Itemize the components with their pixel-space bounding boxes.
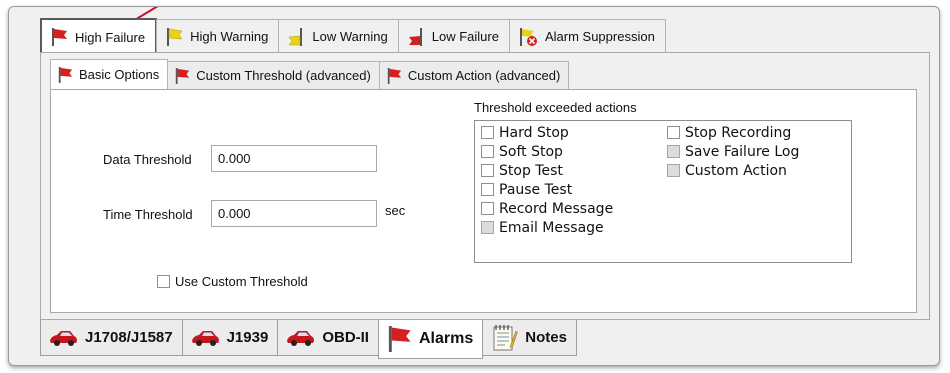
tab-label: High Failure	[75, 29, 146, 45]
alarm-type-tabs: High Failure High Warning Low Warning Lo…	[40, 18, 666, 54]
tab-label: OBD-II	[322, 329, 369, 346]
car-icon	[287, 330, 315, 346]
data-threshold-input[interactable]: 0.000	[211, 145, 377, 172]
red-flag-low-icon	[408, 27, 422, 46]
tab-low-warning[interactable]: Low Warning	[278, 19, 399, 53]
protocol-tabs: J1708/J1587 J1939 OBD-II Alarms Notes	[40, 320, 577, 359]
tab-j1708[interactable]: J1708/J1587	[40, 320, 183, 356]
tab-low-failure[interactable]: Low Failure	[397, 19, 510, 53]
red-flag-icon	[175, 67, 190, 84]
action-save-failure-log[interactable]: Save Failure Log	[667, 144, 799, 160]
basic-options-panel: Data Threshold 0.000 Time Threshold 0.00…	[50, 89, 917, 313]
checkbox-label: Use Custom Threshold	[175, 274, 308, 289]
tab-notes[interactable]: Notes	[482, 320, 577, 356]
threshold-actions-group: Hard Stop Soft Stop Stop Test Pause Test…	[474, 120, 852, 263]
tab-label: J1939	[226, 329, 269, 346]
action-custom-action[interactable]: Custom Action	[667, 163, 787, 179]
tab-high-warning[interactable]: High Warning	[156, 19, 280, 53]
tab-label: J1708/J1587	[85, 329, 173, 346]
time-threshold-label: Time Threshold	[103, 207, 193, 222]
tab-label: Basic Options	[79, 67, 160, 82]
tab-label: Notes	[525, 329, 567, 346]
action-soft-stop[interactable]: Soft Stop	[481, 144, 563, 160]
tab-label: High Warning	[190, 29, 269, 44]
red-flag-icon	[52, 28, 67, 46]
tab-label: Custom Threshold (advanced)	[196, 68, 371, 83]
tab-label: Low Failure	[431, 29, 499, 44]
use-custom-threshold-checkbox[interactable]: Use Custom Threshold	[157, 274, 308, 289]
time-unit-label: sec	[385, 203, 406, 218]
tab-label: Alarm Suppression	[544, 29, 655, 44]
tab-basic-options[interactable]: Basic Options	[50, 59, 169, 89]
action-pause-test[interactable]: Pause Test	[481, 182, 572, 198]
tab-label: Low Warning	[312, 29, 388, 44]
alarm-suppression-icon	[519, 27, 537, 46]
action-stop-test[interactable]: Stop Test	[481, 163, 563, 179]
checkbox-box[interactable]	[157, 275, 170, 288]
alarm-config-window: High Failure High Warning Low Warning Lo…	[8, 6, 940, 366]
tab-obd-ii[interactable]: OBD-II	[277, 320, 379, 356]
tab-j1939[interactable]: J1939	[181, 320, 279, 356]
tab-label: Alarms	[418, 330, 474, 347]
action-hard-stop[interactable]: Hard Stop	[481, 125, 569, 141]
car-icon	[191, 330, 219, 346]
red-flag-icon	[388, 326, 411, 352]
tab-alarm-suppression[interactable]: Alarm Suppression	[508, 19, 666, 53]
yellow-flag-icon	[167, 27, 183, 46]
action-email-message[interactable]: Email Message	[481, 220, 604, 236]
tab-alarms[interactable]: Alarms	[377, 320, 484, 359]
tab-custom-action[interactable]: Custom Action (advanced)	[378, 61, 570, 89]
notepad-icon	[493, 324, 519, 350]
tab-label: Custom Action (advanced)	[407, 68, 561, 83]
red-flag-icon	[387, 67, 401, 84]
car-icon	[50, 330, 77, 346]
alarm-settings-panel: Basic Options Custom Threshold (advanced…	[40, 52, 930, 320]
actions-group-title: Threshold exceeded actions	[474, 100, 637, 115]
tab-custom-threshold[interactable]: Custom Threshold (advanced)	[167, 61, 380, 89]
action-stop-recording[interactable]: Stop Recording	[667, 125, 791, 141]
yellow-flag-low-icon	[288, 27, 303, 46]
action-record-message[interactable]: Record Message	[481, 201, 613, 217]
red-flag-icon	[58, 66, 73, 83]
tab-high-failure[interactable]: High Failure	[40, 18, 158, 54]
option-tabs: Basic Options Custom Threshold (advanced…	[50, 59, 570, 89]
data-threshold-label: Data Threshold	[103, 152, 192, 167]
time-threshold-input[interactable]: 0.000	[211, 200, 377, 227]
